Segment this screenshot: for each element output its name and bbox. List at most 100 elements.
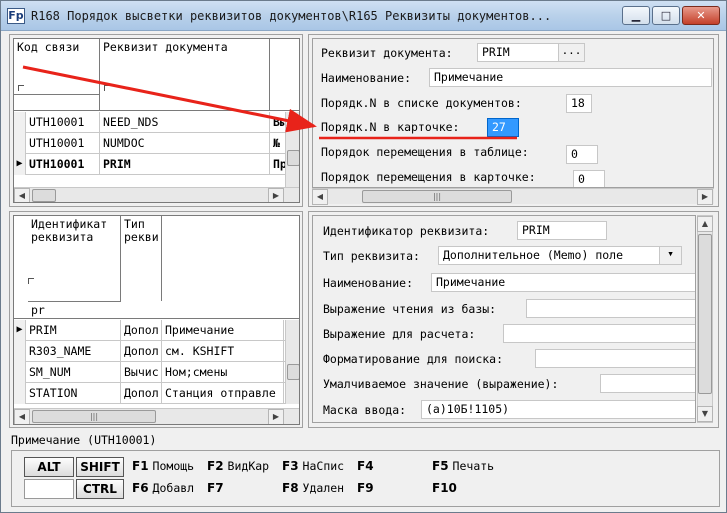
- calc-expr-input[interactable]: [503, 324, 695, 343]
- chevron-down-icon[interactable]: ▾: [659, 247, 681, 264]
- header-attr-id[interactable]: Идентификат реквизита: [28, 216, 121, 301]
- scroll-left-icon[interactable]: ◀: [312, 189, 328, 205]
- row-indicator: [14, 341, 26, 362]
- fkey-f3[interactable]: F3 НаСпис: [282, 459, 344, 473]
- fkey-f8[interactable]: F8 Удален: [282, 481, 344, 495]
- cell-attr-id: PRIM: [26, 320, 121, 341]
- cell-code: UTH10001: [26, 133, 100, 154]
- app-icon: Fp: [7, 8, 25, 24]
- cell-code: UTH10001: [26, 112, 100, 133]
- filter-row-divider: [14, 94, 100, 95]
- cell-attr-type: Допол: [121, 383, 162, 404]
- cell-attr-name: Примечание: [162, 320, 284, 341]
- scroll-thumb[interactable]: |||: [32, 410, 156, 423]
- attr-id-label: Идентификатор реквизита:: [323, 224, 490, 238]
- scroll-left-icon[interactable]: ◀: [14, 409, 30, 424]
- top-form: Реквизит документа: PRIM ... Наименовани…: [312, 38, 714, 188]
- fkey-f6[interactable]: F6 Добавл: [132, 481, 194, 495]
- scroll-right-icon[interactable]: ▶: [268, 409, 284, 424]
- attr-id-input[interactable]: PRIM: [517, 221, 607, 240]
- scroll-thumb[interactable]: |||: [362, 190, 512, 203]
- attr-type-label: Тип реквизита:: [323, 249, 420, 263]
- close-button[interactable]: ✕: [682, 6, 720, 25]
- header-link-code[interactable]: Код связи: [14, 39, 100, 111]
- scroll-thumb[interactable]: [698, 234, 712, 394]
- name-input[interactable]: Примечание: [429, 68, 712, 87]
- filter-input[interactable]: pr: [31, 303, 45, 317]
- move-card-input[interactable]: 0: [573, 170, 605, 187]
- vertical-scrollbar[interactable]: ▲ ▼: [697, 215, 713, 423]
- read-expr-input[interactable]: [526, 299, 695, 318]
- close-icon: ✕: [696, 9, 706, 22]
- move-table-input[interactable]: 0: [566, 145, 598, 164]
- window-title: R168 Порядок высветки реквизитов докумен…: [31, 9, 552, 23]
- cell-field: NEED_NDS: [100, 112, 270, 133]
- row-indicator: [14, 112, 26, 133]
- table-row[interactable]: UTH10001 NEED_NDS Вы: [14, 112, 299, 133]
- scroll-thumb[interactable]: [287, 150, 299, 166]
- scroll-up-icon[interactable]: ▲: [697, 216, 713, 232]
- title-bar[interactable]: Fp R168 Порядок высветки реквизитов доку…: [1, 1, 726, 31]
- doc-field-input[interactable]: PRIM ...: [477, 43, 585, 62]
- move-card-label: Порядок перемещения в карточке:: [321, 170, 536, 184]
- horizontal-scrollbar[interactable]: ◀ ▶: [14, 187, 299, 202]
- scroll-thumb[interactable]: [32, 189, 56, 202]
- fkey-f4[interactable]: F4: [357, 459, 378, 473]
- scroll-thumb[interactable]: [287, 364, 299, 380]
- input-mask-input[interactable]: (a)10Б!1105): [421, 400, 695, 419]
- attr-name-input[interactable]: Примечание: [431, 273, 695, 292]
- current-row-indicator-icon: ▶: [14, 154, 26, 175]
- top-grid[interactable]: Код связи Реквизит документа UTH10001 NE…: [13, 38, 300, 203]
- maximize-button[interactable]: □: [652, 6, 680, 25]
- table-row[interactable]: UTH10001 NUMDOC №: [14, 133, 299, 154]
- cell-code: UTH10001: [26, 154, 100, 175]
- cell-attr-id: R303_NAME: [26, 341, 121, 362]
- scroll-right-icon[interactable]: ▶: [268, 188, 284, 202]
- maximize-icon: □: [660, 9, 672, 22]
- cell-attr-name: Станция отправле: [162, 383, 284, 404]
- fkey-f7[interactable]: F7: [207, 481, 228, 495]
- scroll-left-icon[interactable]: ◀: [14, 188, 30, 202]
- shift-key-button[interactable]: SHIFT: [76, 457, 124, 477]
- attr-type-value: Дополнительное (Memo) поле: [443, 248, 624, 262]
- order-list-input[interactable]: 18: [566, 94, 592, 113]
- default-value-input[interactable]: [600, 374, 695, 393]
- input-mask-label: Маска ввода:: [323, 403, 407, 417]
- search-format-label: Форматирование для поиска:: [323, 352, 504, 366]
- table-row[interactable]: R303_NAME Допол см. KSHIFT: [14, 341, 299, 362]
- ellipsis-button[interactable]: ...: [558, 44, 584, 61]
- bottom-left-panel: Идентификат реквизита Тип рекви pr ▶ PRI…: [9, 211, 303, 428]
- fkey-f10[interactable]: F10: [432, 481, 461, 495]
- horizontal-scrollbar[interactable]: ◀ ▶ |||: [312, 188, 714, 205]
- cell-attr-type: Вычис: [121, 362, 162, 383]
- alt-key-button[interactable]: ALT: [24, 457, 74, 477]
- horizontal-scrollbar[interactable]: ◀ ▶ |||: [14, 408, 299, 424]
- header-doc-field[interactable]: Реквизит документа: [100, 39, 270, 111]
- search-format-input[interactable]: [535, 349, 695, 368]
- table-row[interactable]: STATION Допол Станция отправле: [14, 383, 299, 404]
- current-row-indicator-icon: ▶: [14, 320, 26, 341]
- minimize-button[interactable]: ▁: [622, 6, 650, 25]
- scroll-down-icon[interactable]: ▼: [697, 406, 713, 422]
- order-card-input[interactable]: 27: [487, 118, 519, 137]
- cell-field: NUMDOC: [100, 133, 270, 154]
- table-row-current[interactable]: ▶ PRIM Допол Примечание: [14, 320, 299, 341]
- fkey-f9[interactable]: F9: [357, 481, 378, 495]
- doc-field-value: PRIM: [482, 45, 510, 59]
- attr-type-select[interactable]: Дополнительное (Memo) поле ▾: [438, 246, 682, 265]
- minimize-icon: ▁: [631, 9, 641, 22]
- ctrl-key-button[interactable]: CTRL: [76, 479, 124, 499]
- fkey-f2[interactable]: F2 ВидКар: [207, 459, 269, 473]
- scroll-right-icon[interactable]: ▶: [697, 189, 713, 205]
- bottom-grid[interactable]: Идентификат реквизита Тип рекви pr ▶ PRI…: [13, 215, 300, 425]
- header-attr-type[interactable]: Тип рекви: [121, 216, 162, 301]
- fkey-f1[interactable]: F1 Помощь: [132, 459, 194, 473]
- name-label: Наименование:: [321, 71, 412, 85]
- filter-row-divider: [28, 301, 121, 302]
- fkey-f5[interactable]: F5 Печать: [432, 459, 494, 473]
- vertical-scrollbar[interactable]: [285, 320, 299, 404]
- vertical-scrollbar[interactable]: [285, 112, 299, 187]
- table-row-current[interactable]: ▶ UTH10001 PRIM Пр: [14, 154, 299, 175]
- table-row[interactable]: SM_NUM Вычис Ном;смены: [14, 362, 299, 383]
- cell-attr-id: SM_NUM: [26, 362, 121, 383]
